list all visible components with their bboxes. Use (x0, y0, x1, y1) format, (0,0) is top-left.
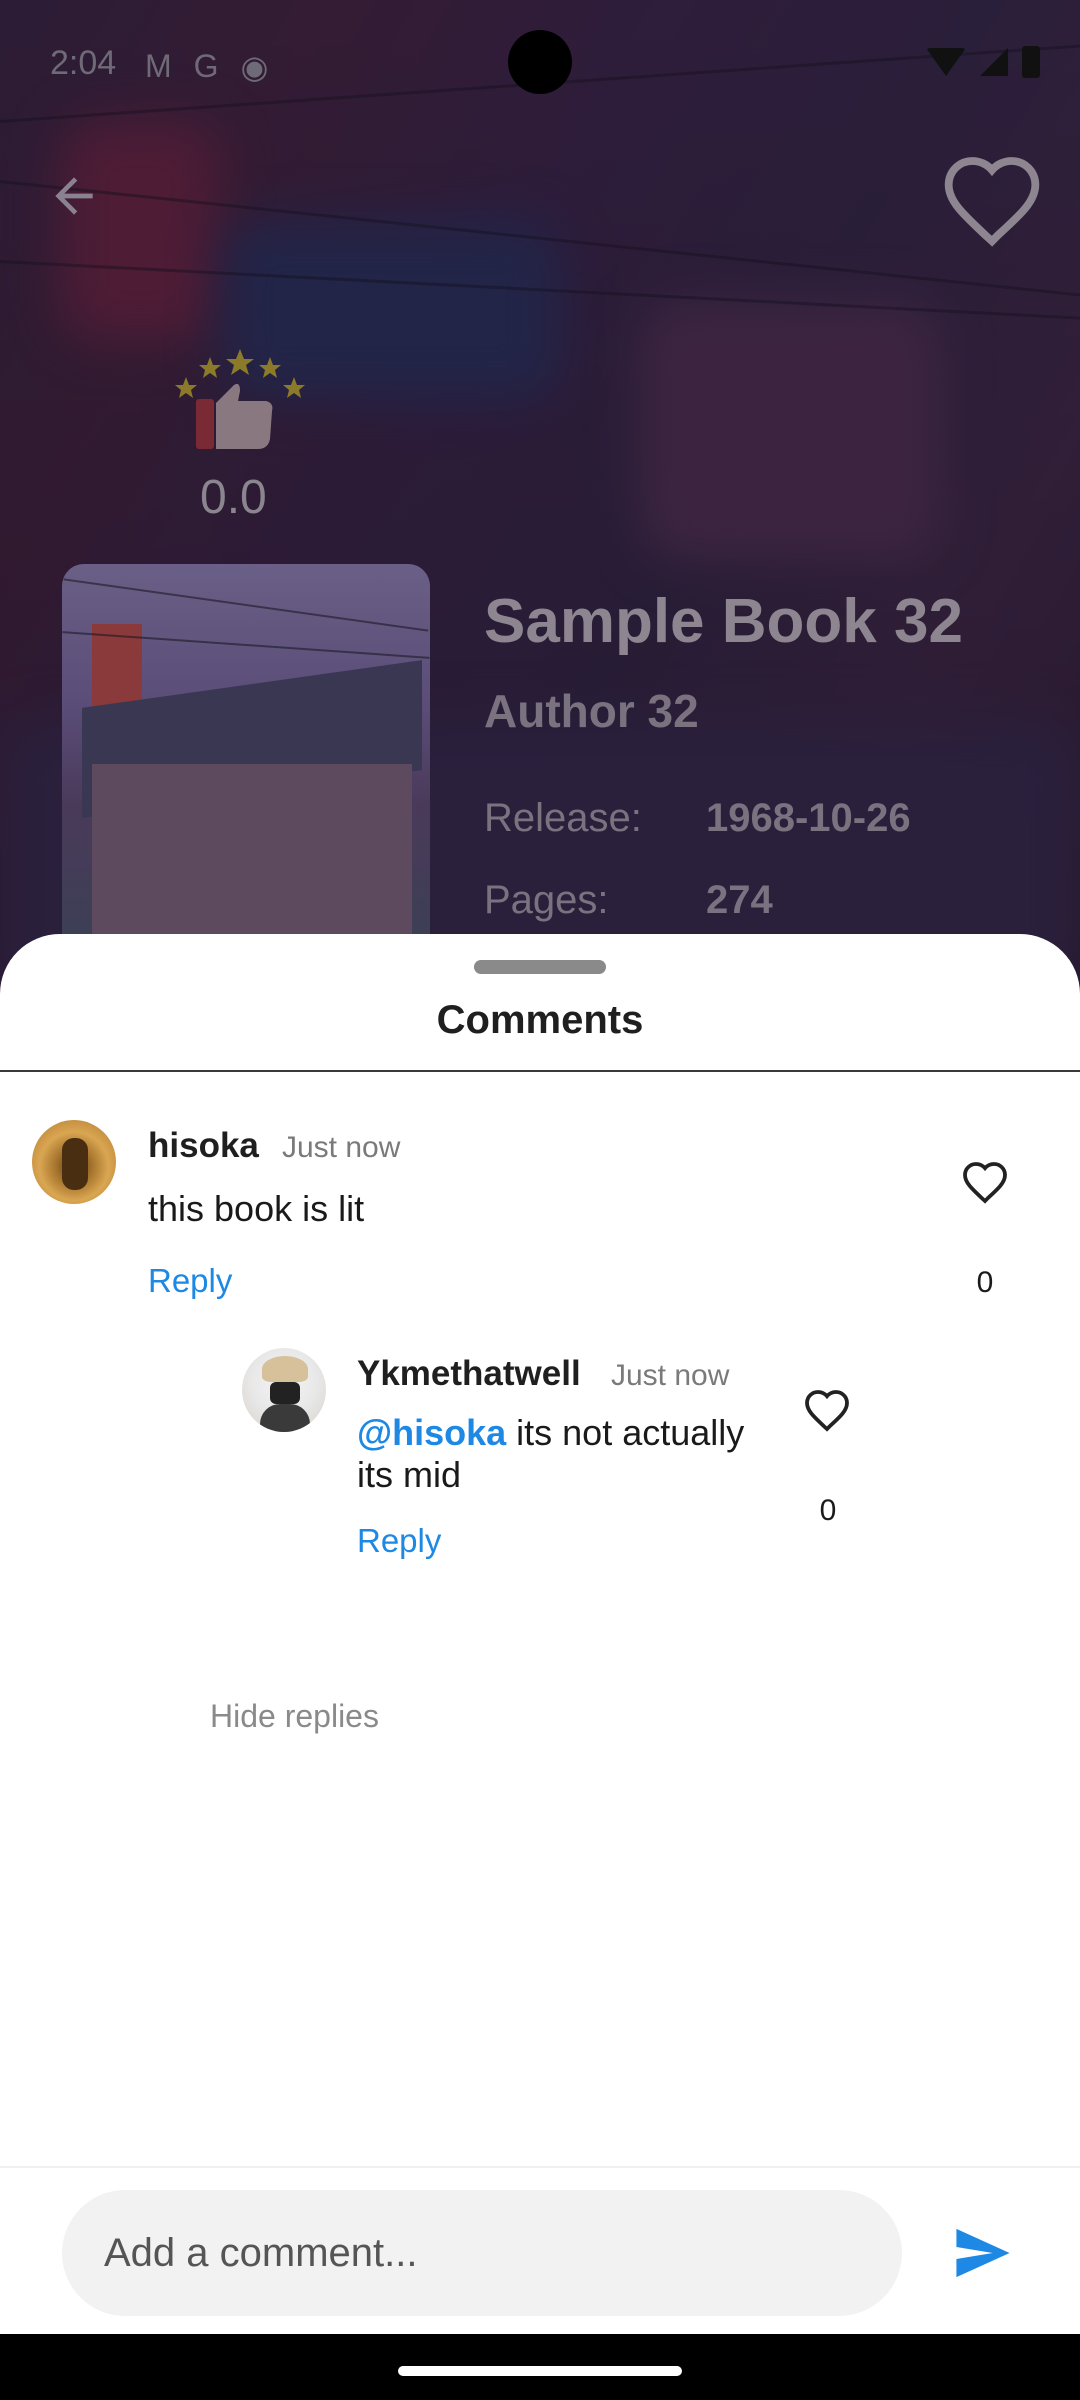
pages-label: Pages: (484, 878, 609, 922)
avatar[interactable] (32, 1120, 116, 1204)
like-count: 0 (819, 1494, 837, 1527)
back-arrow-icon[interactable] (46, 168, 102, 224)
like-heart-icon[interactable] (960, 1160, 1010, 1204)
reply-username[interactable]: Ykmethatwell (357, 1354, 581, 1394)
system-nav-bar (0, 2334, 1080, 2400)
signal-icon (980, 48, 1008, 76)
favorite-heart-icon[interactable] (940, 152, 1044, 248)
comment-input-bar (0, 2166, 1080, 2334)
system-icons (926, 46, 1040, 78)
reply-timestamp: Just now (611, 1359, 730, 1392)
avatar-shape (262, 1356, 308, 1382)
avatar-shape (62, 1138, 88, 1190)
reply-button[interactable]: Reply (357, 1522, 441, 1560)
send-icon[interactable] (954, 2226, 1012, 2280)
sheet-title: Comments (436, 998, 644, 1042)
like-heart-icon[interactable] (802, 1388, 852, 1432)
reply-button[interactable]: Reply (148, 1262, 232, 1300)
book-author: Author 32 (484, 685, 699, 737)
avatar-shape (270, 1382, 300, 1404)
reply-text: @hisoka its not actually its mid (357, 1412, 757, 1496)
status-time: 2:04 (50, 44, 117, 82)
hide-replies-button[interactable]: Hide replies (210, 1698, 379, 1735)
mention-link[interactable]: @hisoka (357, 1412, 506, 1453)
drag-handle[interactable] (474, 960, 606, 974)
rating-value: 0.0 (200, 471, 267, 524)
gmail-icon: M (145, 48, 172, 84)
pages-value: 274 (706, 878, 773, 922)
comment-username[interactable]: hisoka (148, 1126, 259, 1166)
book-detail-background: 2:04 M G ◉ 0.0 Sample Book 32 Author 32 … (0, 0, 1080, 1000)
book-title: Sample Book 32 (484, 587, 963, 656)
thumbs-up-stars-icon (175, 349, 305, 449)
notification-icons: M G ◉ (145, 48, 268, 86)
google-icon: G (193, 48, 219, 84)
like-count: 0 (976, 1266, 994, 1299)
comment-input[interactable] (62, 2190, 902, 2316)
book-cover-image (62, 564, 430, 964)
home-indicator[interactable] (398, 2366, 682, 2376)
wifi-icon (926, 48, 966, 76)
divider (0, 1070, 1080, 1072)
avatar[interactable] (242, 1348, 326, 1432)
camera-cutout (508, 30, 572, 94)
avatar-shape (260, 1404, 310, 1432)
comment-text: this book is lit (148, 1188, 365, 1229)
battery-icon (1022, 46, 1040, 78)
comment-timestamp: Just now (282, 1131, 401, 1164)
release-label: Release: (484, 796, 642, 840)
release-value: 1968-10-26 (706, 796, 911, 840)
app-icon: ◉ (240, 49, 269, 85)
